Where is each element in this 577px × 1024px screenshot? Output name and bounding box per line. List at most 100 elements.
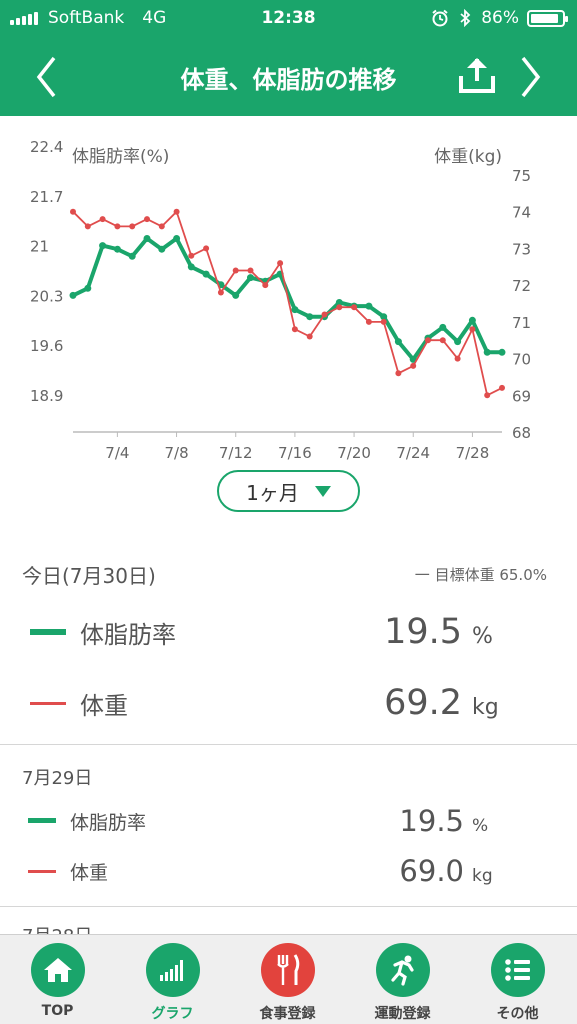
- weight-data-point: [395, 370, 402, 377]
- fat-data-point: [128, 252, 136, 260]
- right-tick-label: 74: [512, 204, 531, 222]
- fat-data-point: [498, 348, 506, 356]
- weight-data-point: [277, 260, 284, 267]
- fat-data-point: [439, 323, 447, 331]
- fat-data-point: [247, 274, 254, 282]
- bar-chart-icon: [146, 943, 200, 997]
- fat-legend-swatch: [28, 818, 56, 823]
- history-weight-value: 69.0: [399, 854, 464, 888]
- weight-data-point: [188, 252, 195, 259]
- weight-data-point: [454, 355, 461, 362]
- tab-other[interactable]: その他: [460, 935, 575, 1024]
- right-tick-label: 68: [512, 424, 531, 442]
- weight-data-point: [232, 267, 239, 274]
- left-tick-label: 18.9: [30, 387, 63, 405]
- weight-data-point: [158, 223, 165, 230]
- weight-data-point: [306, 333, 313, 340]
- history-weight-unit: kg: [472, 866, 493, 886]
- history-fat-label: 体脂肪率: [70, 812, 147, 834]
- tab-label: グラフ: [151, 1006, 194, 1022]
- share-upload-icon: [459, 58, 495, 93]
- tab-top[interactable]: TOP: [0, 935, 115, 1024]
- x-tick-label: 7/28: [456, 444, 490, 462]
- weight-data-point: [217, 289, 224, 296]
- fat-data-point: [468, 316, 476, 324]
- weight-data-point: [291, 326, 298, 333]
- history-weight-label: 体重: [70, 862, 109, 884]
- weight-data-point: [365, 318, 372, 325]
- battery-icon: [527, 9, 568, 27]
- weight-data-point: [351, 304, 358, 311]
- today-fat-row: 体脂肪率 19.5 %: [0, 612, 577, 662]
- history-fat-unit: %: [472, 816, 489, 836]
- fat-data-point: [158, 245, 166, 253]
- weight-legend-swatch: [30, 702, 66, 705]
- range-label: 1ヶ月: [246, 480, 299, 505]
- divider: [0, 744, 577, 745]
- right-axis-label: 体重(kg): [434, 147, 502, 167]
- fat-data-point: [365, 302, 373, 310]
- battery-percent: 86%: [481, 8, 519, 28]
- fat-data-point: [69, 291, 77, 299]
- next-button[interactable]: [511, 52, 551, 102]
- weight-legend-swatch: [28, 870, 56, 873]
- weight-data-point: [425, 337, 431, 344]
- chevron-right-icon: [521, 56, 541, 98]
- today-fat-value: 19.5: [384, 612, 462, 652]
- tab-label: TOP: [41, 1003, 74, 1019]
- history-date: 7月29日: [22, 768, 93, 789]
- x-tick-label: 7/8: [164, 444, 188, 462]
- fat-data-point: [232, 291, 240, 299]
- left-tick-label: 19.6: [30, 337, 63, 355]
- running-icon: [376, 943, 430, 997]
- weight-data-point: [99, 216, 106, 223]
- left-tick-label: 22.4: [30, 138, 63, 156]
- fat-data-point: [291, 306, 299, 314]
- x-tick-label: 7/12: [219, 444, 253, 462]
- fat-data-point: [84, 284, 92, 292]
- tab-meal[interactable]: 食事登録: [230, 935, 345, 1024]
- today-weight-row: 体重 69.2 kg: [0, 683, 577, 733]
- weight-data-point: [144, 216, 150, 223]
- bluetooth-icon: [460, 9, 471, 27]
- left-axis-label: 体脂肪率(%): [72, 147, 169, 167]
- tab-label: 食事登録: [259, 1006, 316, 1022]
- menu-list-icon: [491, 943, 545, 997]
- fat-legend-swatch: [30, 629, 66, 635]
- left-tick-label: 20.3: [30, 287, 63, 305]
- fat-data-point: [306, 313, 314, 321]
- weight-series-line: [72, 210, 503, 397]
- fork-knife-icon: [261, 943, 315, 997]
- weight-data-point: [336, 304, 343, 311]
- dropdown-triangle-icon: [314, 485, 331, 497]
- fat-data-point: [483, 348, 491, 356]
- share-button[interactable]: [455, 54, 499, 98]
- tab-bar: TOP グラフ 食事登録 運動登録 その他: [0, 934, 577, 1024]
- weight-data-point: [84, 223, 91, 230]
- weight-data-point: [469, 326, 476, 333]
- goal-weight: 一 目標体重 65.0%: [414, 566, 547, 584]
- weight-data-point: [484, 392, 491, 399]
- x-tick-label: 7/4: [105, 444, 129, 462]
- today-date: 今日(7月30日): [22, 564, 156, 588]
- fat-data-point: [454, 338, 462, 346]
- fat-data-point: [187, 263, 195, 271]
- range-dropdown[interactable]: 1ヶ月: [217, 470, 360, 512]
- fat-data-point: [99, 242, 107, 250]
- weight-data-point: [114, 223, 121, 230]
- weight-data-point: [410, 362, 417, 369]
- right-tick-label: 73: [512, 240, 531, 258]
- status-bar: SoftBank 4G 12:38 86%: [0, 0, 577, 38]
- today-weight-unit: kg: [472, 695, 499, 720]
- x-tick-label: 7/16: [278, 444, 312, 462]
- history-fat-row: 体脂肪率 19.5 %: [0, 804, 577, 844]
- history-fat-value: 19.5: [399, 804, 464, 838]
- weight-data-point: [203, 245, 210, 252]
- tab-graph[interactable]: グラフ: [115, 935, 230, 1024]
- fat-data-point: [394, 338, 402, 346]
- weight-data-point: [129, 223, 136, 230]
- weight-data-point: [247, 267, 254, 274]
- tab-exercise[interactable]: 運動登録: [345, 935, 460, 1024]
- tab-label: 運動登録: [374, 1006, 431, 1022]
- right-tick-label: 71: [512, 314, 531, 332]
